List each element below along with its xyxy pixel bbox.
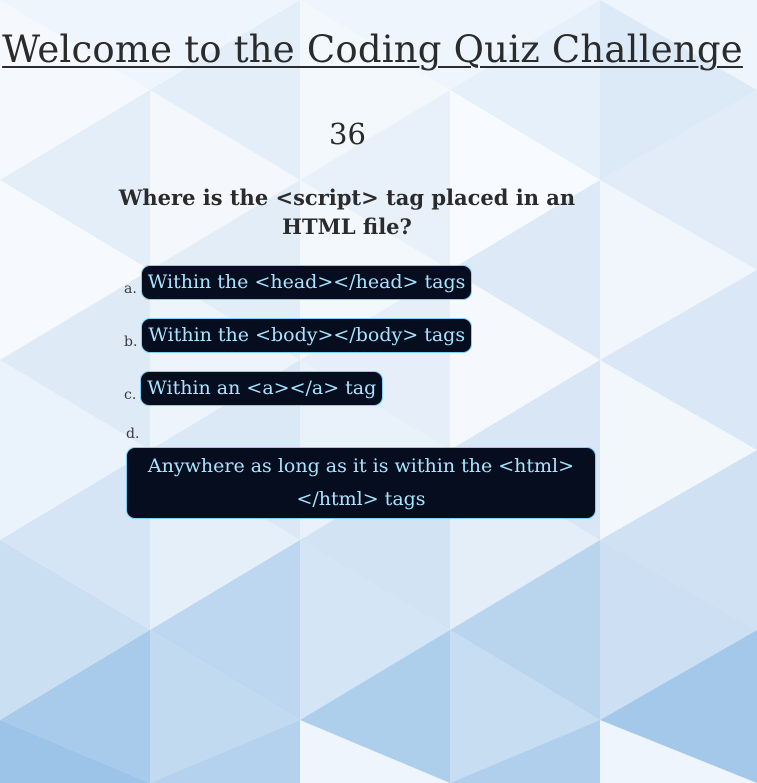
choice-d-button[interactable]: Anywhere as long as it is within the <ht… <box>126 447 596 519</box>
choice-d: d. Anywhere as long as it is within the … <box>126 425 596 519</box>
choice-c: c. Within an <a></a> tag <box>124 371 384 406</box>
choice-c-button[interactable]: Within an <a></a> tag <box>140 371 384 406</box>
choice-b: b. Within the <body></body> tags <box>124 318 473 353</box>
page-title: Welcome to the Coding Quiz Challenge <box>2 28 743 71</box>
question-text: Where is the <script> tag placed in an H… <box>118 185 576 239</box>
choice-a: a. Within the <head></head> tags <box>124 265 473 300</box>
quiz-page: Welcome to the Coding Quiz Challenge 36 … <box>0 0 757 783</box>
countdown-timer: 36 <box>329 117 366 151</box>
choice-a-letter: a. <box>124 281 137 297</box>
choice-a-button[interactable]: Within the <head></head> tags <box>140 265 473 300</box>
choice-b-letter: b. <box>124 334 138 350</box>
choice-b-button[interactable]: Within the <body></body> tags <box>141 318 473 353</box>
choice-c-letter: c. <box>124 387 137 403</box>
choice-d-letter: d. <box>126 426 140 442</box>
